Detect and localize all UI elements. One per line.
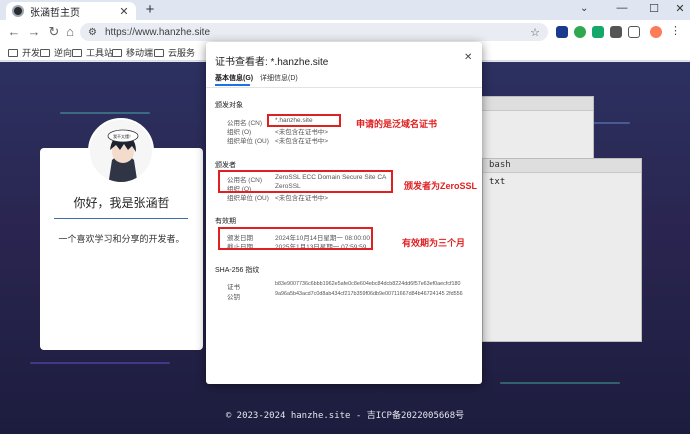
extensions-puzzle-icon[interactable] — [628, 26, 640, 38]
bookmark-folder[interactable]: 开发 — [8, 46, 40, 59]
tab-divider — [206, 87, 482, 88]
background-code-line — [60, 112, 150, 114]
tab-close-icon[interactable]: ✕ — [118, 5, 130, 18]
reload-icon[interactable]: ↻ — [46, 24, 62, 40]
back-icon[interactable]: ← — [6, 24, 22, 40]
tab-general[interactable]: 基本信息(G) — [215, 73, 253, 83]
forward-icon[interactable]: → — [26, 24, 42, 40]
bookmark-folder[interactable]: 逆向 — [40, 46, 72, 59]
bookmark-folder[interactable]: 移动端 — [112, 46, 153, 59]
background-code-line — [30, 362, 170, 364]
field-value: 9a96a5b43acd7c0d8ab434cf217b359f06db9e00… — [275, 291, 463, 297]
avatar-caption: 我不太懂！ — [113, 133, 133, 139]
greeting-underline — [54, 218, 188, 219]
home-icon[interactable]: ⌂ — [62, 24, 78, 40]
tab-active[interactable]: 张涵哲主页 ✕ — [6, 2, 136, 20]
field-value: <未包含在证书中> — [275, 138, 329, 145]
bookmark-label: 工具站 — [86, 48, 114, 58]
minimize-icon[interactable]: — — [612, 2, 632, 14]
tab-title: 张涵哲主页 — [30, 7, 80, 19]
issuer-heading: 颁发者 — [215, 162, 236, 169]
annotation-box-issuer — [218, 170, 393, 193]
dialog-close-icon[interactable]: ✕ — [464, 52, 472, 63]
bookmark-label: 云服务 — [168, 48, 196, 58]
bookmark-label: 开发 — [22, 48, 41, 58]
field-label: 公钥 — [227, 294, 240, 301]
extension-icon[interactable] — [592, 26, 604, 38]
tab-details[interactable]: 详细信息(D) — [260, 73, 298, 83]
fingerprint-heading: SHA-256 指纹 — [215, 267, 260, 274]
profile-greeting: 你好，我是张涵哲 — [73, 196, 170, 210]
field-label: 证书 — [227, 284, 240, 291]
field-label: 组织单位 (OU) — [227, 195, 269, 202]
annotation-wildcard: 申请的是泛域名证书 — [356, 119, 438, 129]
folder-icon — [154, 48, 164, 57]
new-tab-button[interactable]: + — [142, 2, 158, 18]
site-favicon-icon — [12, 5, 24, 17]
site-info-icon[interactable]: ⚙ — [88, 27, 97, 38]
avatar-illustration: 我不太懂！ — [90, 120, 152, 182]
avatar: 我不太懂！ — [88, 118, 154, 184]
terminal-output: txt — [489, 177, 506, 187]
terminal-window-back — [470, 96, 594, 166]
bookmark-label: 移动端 — [126, 48, 154, 58]
validity-heading: 有效期 — [215, 218, 236, 225]
annotation-validity: 有效期为三个月 — [402, 238, 466, 248]
menu-kebab-icon[interactable]: ⋮ — [670, 24, 682, 37]
dialog-title: 证书查看者: *.hanzhe.site — [215, 57, 329, 68]
window-close-icon[interactable]: ✕ — [670, 2, 690, 15]
folder-icon — [112, 48, 122, 57]
field-label: 组织单位 (OU) — [227, 138, 269, 145]
bookmark-star-icon[interactable]: ☆ — [530, 26, 540, 39]
folder-icon — [8, 48, 18, 57]
browser-toolbar: ← → ↻ ⌂ ⚙ https://www.hanzhe.site ☆ ⋮ — [0, 20, 690, 44]
terminal-titlebar — [471, 97, 593, 111]
active-tab-indicator — [215, 84, 250, 86]
terminal-window: bash txt — [482, 158, 642, 342]
profile-intro: 一个喜欢学习和分享的开发者。 — [58, 234, 185, 244]
bookmark-folder[interactable]: 工具站 — [72, 46, 113, 59]
bookmark-label: 逆向 — [54, 48, 73, 58]
background-code-line — [500, 382, 620, 384]
tab-search-icon[interactable]: ⌄ — [580, 3, 588, 14]
folder-icon — [72, 48, 82, 57]
address-url[interactable]: https://www.hanzhe.site — [105, 27, 530, 38]
address-bar[interactable]: ⚙ https://www.hanzhe.site ☆ — [80, 23, 548, 41]
profile-card: 我不太懂！ 你好，我是张涵哲 一个喜欢学习和分享的开发者。 — [40, 118, 203, 350]
maximize-icon[interactable]: ☐ — [644, 2, 664, 15]
folder-icon — [40, 48, 50, 57]
site-footer: © 2023-2024 hanzhe.site - 吉ICP备202200566… — [225, 411, 465, 421]
shield-extension-icon[interactable] — [574, 26, 586, 38]
field-value: b83e9007736c6bbb1962e5afe0c8e604ebc84dcb… — [275, 281, 461, 287]
profile-avatar-icon[interactable] — [650, 26, 662, 38]
field-value: <未包含在证书中> — [275, 195, 329, 202]
certificate-viewer-dialog: 证书查看者: *.hanzhe.site ✕ 基本信息(G) 详细信息(D) 颁… — [206, 42, 482, 384]
bookmark-folder[interactable]: 云服务 — [154, 46, 195, 59]
annotation-box-validity — [218, 227, 373, 250]
terminal-title: bash — [483, 159, 641, 173]
issued-to-heading: 颁发对象 — [215, 102, 243, 109]
annotation-issuer: 颁发者为ZeroSSL — [404, 181, 478, 191]
extension-icon[interactable] — [610, 26, 622, 38]
extension-icon[interactable] — [556, 26, 568, 38]
tab-strip: 张涵哲主页 ✕ + ⌄ — ☐ ✕ — [0, 0, 690, 20]
annotation-box-wildcard — [267, 114, 341, 127]
